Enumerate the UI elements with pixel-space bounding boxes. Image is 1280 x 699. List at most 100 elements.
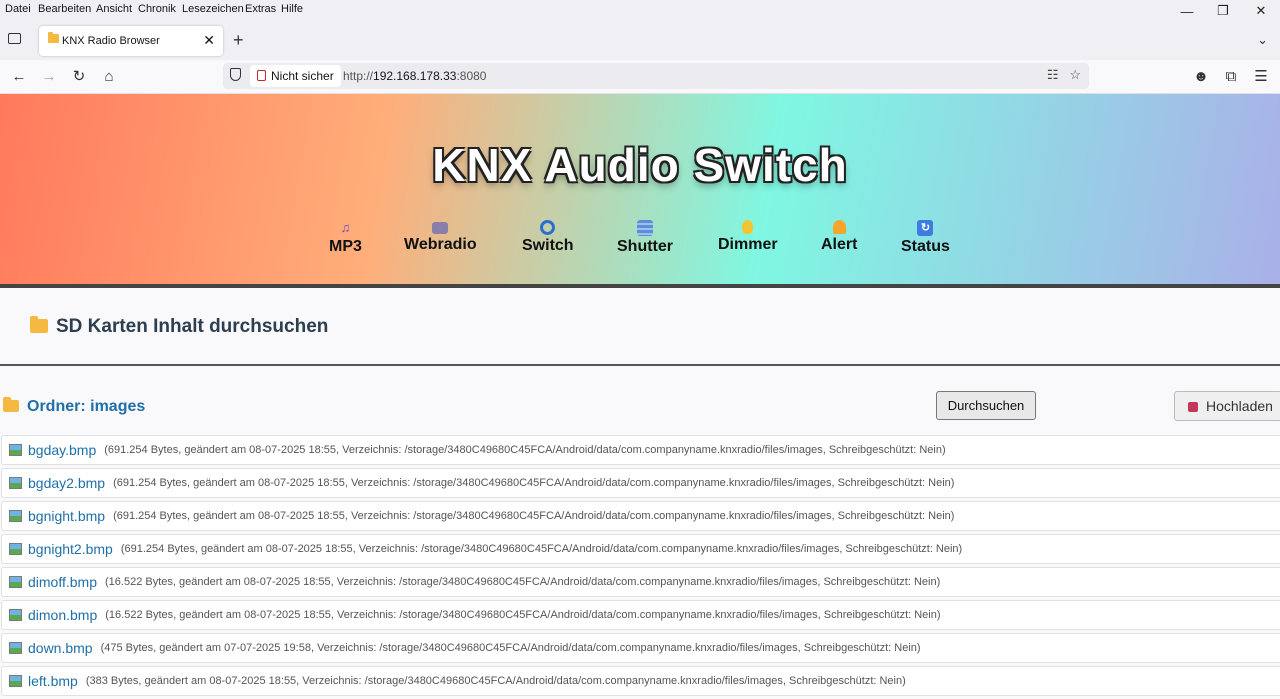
nav-status-label: Status	[901, 238, 950, 255]
url-port: :8080	[456, 69, 487, 83]
nav-dimmer[interactable]: Dimmer	[718, 220, 778, 254]
shield-icon[interactable]	[230, 68, 241, 81]
divider	[0, 364, 1280, 366]
forward-button[interactable]: →	[39, 66, 59, 86]
upload-button[interactable]: Hochladen	[1174, 391, 1280, 421]
open-folder-icon	[30, 316, 48, 333]
menu-datei[interactable]: Datei	[5, 3, 31, 15]
menu-chronik[interactable]: Chronik	[138, 3, 176, 15]
list-all-tabs-icon[interactable]	[8, 33, 21, 44]
close-window-button[interactable]: ✕	[1238, 0, 1280, 22]
nav-status[interactable]: ↻ Status	[901, 220, 950, 256]
file-meta: (691.254 Bytes, geändert am 08-07-2025 1…	[113, 510, 955, 522]
image-file-icon	[9, 477, 22, 489]
folder-title-text: Ordner: images	[27, 398, 146, 415]
lightbulb-icon	[742, 220, 754, 234]
file-meta: (16.522 Bytes, geändert am 08-07-2025 18…	[105, 609, 941, 621]
nav-webradio[interactable]: Webradio	[404, 220, 477, 254]
radio-icon	[432, 222, 449, 234]
section-title-text: SD Karten Inhalt durchsuchen	[56, 316, 329, 337]
list-item: bgnight2.bmp (691.254 Bytes, geändert am …	[1, 534, 1280, 564]
url-host: 192.168.178.33	[373, 69, 457, 83]
menu-hilfe[interactable]: Hilfe	[281, 3, 303, 15]
shutter-icon	[637, 220, 653, 236]
folder-icon	[48, 32, 59, 43]
new-tab-button[interactable]: +	[233, 30, 244, 51]
browse-button[interactable]: Durchsuchen	[936, 391, 1036, 420]
folder-title: Ordner: images	[3, 397, 146, 416]
menu-bar: Datei Bearbeiten Ansicht Chronik Lesezei…	[0, 0, 1280, 22]
menu-extras[interactable]: Extras	[245, 3, 276, 15]
file-link[interactable]: bgnight.bmp	[28, 508, 105, 524]
translate-icon[interactable]: ☷	[1047, 67, 1059, 82]
refresh-icon: ↻	[917, 220, 934, 236]
insecure-lock-icon	[257, 70, 266, 81]
nav-switch-label: Switch	[522, 237, 574, 254]
upload-button-label: Hochladen	[1206, 398, 1273, 414]
tab-strip: KNX Radio Browser ✕ + ⌄	[0, 22, 1280, 60]
list-item: bgday2.bmp (691.254 Bytes, geändert am 08…	[1, 468, 1280, 498]
list-item: bgnight.bmp (691.254 Bytes, geändert am 0…	[1, 501, 1280, 531]
menu-lesezeichen[interactable]: Lesezeichen	[182, 3, 244, 15]
file-meta: (475 Bytes, geändert am 07-07-2025 19:58…	[100, 642, 921, 654]
nav-alert-label: Alert	[821, 236, 858, 253]
image-file-icon	[9, 543, 22, 555]
file-link[interactable]: left.bmp	[28, 673, 78, 689]
file-link[interactable]: down.bmp	[28, 640, 93, 656]
url-prefix: http://	[343, 69, 374, 83]
header-banner: KNX Audio Switch ♫ MP3 Webradio Switch S…	[0, 94, 1280, 288]
home-button[interactable]: ⌂	[99, 66, 119, 86]
file-link[interactable]: bgnight2.bmp	[28, 541, 113, 557]
list-item: left.bmp (383 Bytes, geändert am 08-07-20…	[1, 666, 1280, 696]
tab-title: KNX Radio Browser	[62, 35, 160, 47]
file-link[interactable]: dimon.bmp	[28, 607, 97, 623]
reload-button[interactable]: ↻	[69, 66, 89, 86]
folder-icon	[3, 397, 19, 412]
bell-icon	[832, 220, 846, 234]
list-item: dimoff.bmp (16.522 Bytes, geändert am 08-…	[1, 567, 1280, 597]
image-file-icon	[9, 510, 22, 522]
list-item: dimon.bmp (16.522 Bytes, geändert am 08-0…	[1, 600, 1280, 630]
list-item: bgday.bmp (691.254 Bytes, geändert am 08-…	[1, 435, 1280, 465]
nav-shutter[interactable]: Shutter	[617, 220, 673, 256]
tab-knx-radio-browser[interactable]: KNX Radio Browser ✕	[39, 26, 223, 56]
menu-ansicht[interactable]: Ansicht	[96, 3, 132, 15]
bookmark-star-icon[interactable]: ☆	[1069, 67, 1081, 82]
file-meta: (691.254 Bytes, geändert am 08-07-2025 1…	[113, 477, 955, 489]
file-link[interactable]: bgday2.bmp	[28, 475, 105, 491]
section-title: SD Karten Inhalt durchsuchen	[30, 316, 328, 338]
nav-switch[interactable]: Switch	[522, 220, 574, 255]
extensions-icon[interactable]: ⧉	[1221, 66, 1241, 86]
image-file-icon	[9, 642, 22, 654]
music-note-icon: ♫	[340, 220, 351, 235]
file-list: bgday.bmp (691.254 Bytes, geändert am 08-…	[1, 435, 1280, 699]
account-icon[interactable]: ☻	[1191, 66, 1211, 86]
image-file-icon	[9, 675, 22, 687]
navigation-bar: ← → ↻ ⌂ Nicht sicher http://192.168.178.…	[0, 60, 1280, 94]
menu-hamburger-icon[interactable]: ☰	[1251, 66, 1271, 86]
file-meta: (691.254 Bytes, geändert am 08-07-2025 1…	[104, 444, 946, 456]
switch-icon	[540, 220, 556, 235]
page-title: KNX Audio Switch	[432, 139, 848, 191]
tab-close-icon[interactable]: ✕	[203, 32, 215, 49]
image-file-icon	[9, 444, 22, 456]
menu-bearbeiten[interactable]: Bearbeiten	[38, 3, 91, 15]
file-meta: (16.522 Bytes, geändert am 08-07-2025 18…	[105, 576, 941, 588]
file-link[interactable]: dimoff.bmp	[28, 574, 97, 590]
url-bar[interactable]: Nicht sicher http://192.168.178.33:8080 …	[223, 63, 1089, 89]
file-meta: (691.254 Bytes, geändert am 08-07-2025 1…	[120, 543, 963, 555]
image-file-icon	[9, 609, 22, 621]
security-label: Nicht sicher	[271, 69, 334, 83]
list-item: down.bmp (475 Bytes, geändert am 07-07-20…	[1, 633, 1280, 663]
nav-mp3[interactable]: ♫ MP3	[329, 220, 362, 256]
url-text[interactable]: http://192.168.178.33:8080	[343, 69, 486, 83]
site-security-indicator[interactable]: Nicht sicher	[250, 65, 341, 87]
chevron-down-icon[interactable]: ⌄	[1257, 32, 1268, 48]
nav-shutter-label: Shutter	[617, 238, 673, 255]
nav-dimmer-label: Dimmer	[718, 236, 778, 253]
upload-icon	[1188, 402, 1198, 412]
nav-alert[interactable]: Alert	[821, 220, 857, 254]
nav-webradio-label: Webradio	[404, 236, 477, 253]
file-link[interactable]: bgday.bmp	[28, 442, 96, 458]
back-button[interactable]: ←	[9, 66, 29, 86]
